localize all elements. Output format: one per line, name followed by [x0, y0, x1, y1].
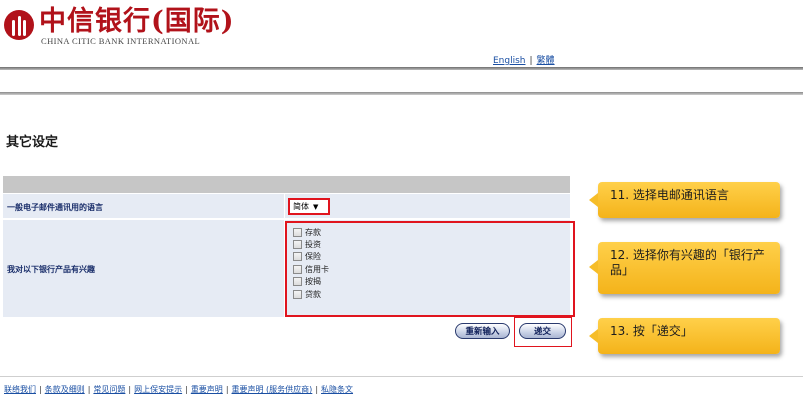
checkbox[interactable] [293, 264, 302, 274]
form-header-bar [3, 176, 570, 193]
footer-link-disclaimer[interactable]: 重要声明 [191, 385, 223, 394]
chevron-down-icon: ▼ [313, 202, 319, 211]
email-language-row: 一般电子邮件通讯用的语言 [3, 194, 570, 219]
interest-option-insurance[interactable]: 保险 [293, 251, 573, 263]
language-switcher: English | 繁體 [493, 56, 555, 66]
footer-link-terms[interactable]: 条款及细则 [45, 385, 85, 394]
nav-divider [0, 92, 803, 95]
email-language-select[interactable]: 简体 ▼ [288, 198, 330, 215]
checkbox[interactable] [293, 277, 302, 287]
interest-option-deposit[interactable]: 存款 [293, 226, 573, 238]
checkbox[interactable] [293, 227, 302, 237]
logo-chinese-name: 中信银行(国际) [39, 6, 235, 37]
interest-option-investment[interactable]: 投资 [293, 238, 573, 250]
footer-divider [0, 376, 803, 377]
footer-link-disclaimer-provider[interactable]: 重要声明 (服务供应商) [232, 385, 313, 394]
page-title: 其它设定 [6, 135, 59, 150]
interest-option-mortgage[interactable]: 按揭 [293, 276, 573, 288]
callout-step-11: 11. 选择电邮通讯语言 [589, 182, 780, 218]
bank-logo-icon [4, 10, 34, 40]
footer-link-faq[interactable]: 常见问题 [93, 385, 125, 394]
email-language-label: 一般电子邮件通讯用的语言 [7, 203, 103, 212]
lang-traditional-link[interactable]: 繁體 [537, 56, 555, 66]
reset-button[interactable]: 重新输入 [455, 323, 510, 339]
footer-links: 联络我们 | 条款及细则 | 常见问题 | 网上保安提示 | 重要声明 | 重要声明 (服务供应商)… [4, 385, 354, 394]
interest-option-credit-card[interactable]: 信用卡 [293, 263, 573, 275]
footer-link-security-tips[interactable]: 网上保安提示 [134, 385, 182, 394]
email-language-value: 简体 [293, 202, 309, 211]
submit-button[interactable]: 递交 [519, 323, 566, 339]
interests-checkbox-group: 存款 投资 保险 信用卡 按揭 贷款 [285, 221, 575, 317]
callout-step-13: 13. 按「递交」 [589, 318, 780, 354]
checkbox[interactable] [293, 252, 302, 262]
checkbox[interactable] [293, 240, 302, 250]
callout-step-12: 12. 选择你有兴趣的「银行产品」 [589, 242, 780, 294]
lang-english-link[interactable]: English [493, 56, 526, 66]
footer-link-contact[interactable]: 联络我们 [4, 385, 36, 394]
footer-link-privacy[interactable]: 私隐条文 [321, 385, 353, 394]
interests-label: 我对以下银行产品有兴趣 [7, 265, 95, 274]
header-divider [0, 67, 803, 70]
bank-logo: 中信银行(国际) CHINA CITIC BANK INTERNATIONAL [4, 6, 235, 50]
interest-option-loan[interactable]: 贷款 [293, 288, 573, 300]
checkbox[interactable] [293, 289, 302, 299]
